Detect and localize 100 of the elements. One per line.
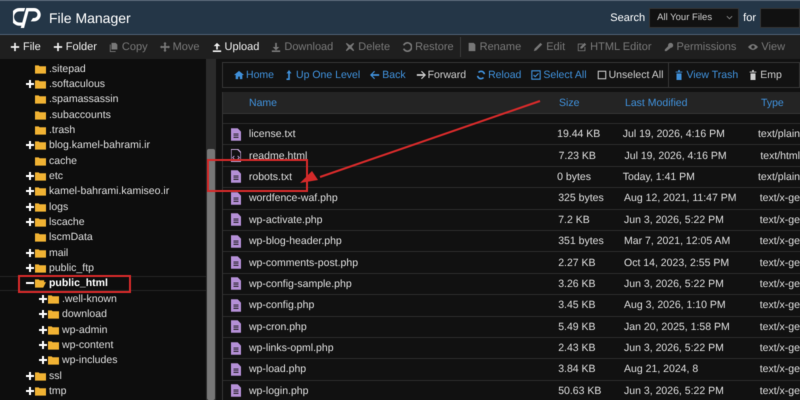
tree-item[interactable]: wp-admin xyxy=(0,322,206,338)
tree-item[interactable]: cache xyxy=(0,153,206,168)
navigation-button[interactable]: Up One Level xyxy=(279,69,366,81)
tree-item[interactable]: .trash xyxy=(0,122,206,138)
file-name[interactable]: readme.html xyxy=(248,150,559,162)
x-icon xyxy=(345,42,356,52)
file-name[interactable]: wp-load.php xyxy=(248,363,558,376)
navigation-button[interactable]: Select All xyxy=(526,69,592,81)
tree-item[interactable]: etc xyxy=(0,168,206,184)
column-header[interactable]: Last Modified xyxy=(625,96,761,108)
toolbar-button[interactable]: Upload xyxy=(206,41,266,53)
search-scope-dropdown[interactable]: All Your Files xyxy=(649,8,740,28)
folder-icon xyxy=(35,110,46,120)
check-icon xyxy=(531,70,542,80)
tree-item[interactable]: wp-includes xyxy=(0,352,206,368)
tree-item[interactable]: lscmData xyxy=(0,230,206,246)
file-name[interactable]: wp-links-opml.php xyxy=(248,342,558,354)
column-header[interactable]: Size xyxy=(559,96,625,108)
navigation-button[interactable]: View Trash xyxy=(669,69,744,81)
toolbar-button[interactable]: File xyxy=(4,41,47,53)
navigation-button[interactable]: Unselect All xyxy=(592,69,668,81)
folder-icon xyxy=(35,232,46,242)
file-name[interactable]: wp-cron.php xyxy=(248,320,558,333)
box-icon xyxy=(596,70,607,80)
plus-icon[interactable] xyxy=(39,340,47,349)
folder-icon xyxy=(35,186,46,196)
navigation-button[interactable]: Emp xyxy=(743,69,787,81)
document-icon xyxy=(230,342,241,355)
plus-icon[interactable] xyxy=(26,372,34,380)
file-name[interactable]: license.txt xyxy=(248,128,558,140)
tree-item[interactable]: wp-content xyxy=(0,337,206,353)
search-field[interactable] xyxy=(760,8,800,28)
table-cell-text: 7.23 KB xyxy=(558,150,597,162)
file-name[interactable]: wp-config-sample.php xyxy=(248,278,558,290)
file-name[interactable]: wp-login.php xyxy=(248,384,558,397)
file-name[interactable]: wp-config.php xyxy=(248,299,558,312)
move-icon xyxy=(160,42,170,52)
tree-item[interactable]: .sitepad xyxy=(0,61,206,76)
document-icon xyxy=(230,234,241,248)
table-cell-text: Aug 12, 2021, 11:47 PM xyxy=(624,192,738,204)
folder-icon xyxy=(48,340,59,350)
up-icon xyxy=(284,70,294,80)
navigation-button[interactable]: Forward xyxy=(410,69,472,81)
plus-icon[interactable] xyxy=(26,80,34,88)
tree-item[interactable]: mail xyxy=(0,245,206,260)
column-header[interactable]: Name xyxy=(249,96,559,108)
plus-icon[interactable] xyxy=(26,218,34,226)
tree-item[interactable]: .softaculous xyxy=(0,76,206,92)
tree-item[interactable]: tmp xyxy=(0,383,206,399)
plus-icon[interactable] xyxy=(26,172,34,180)
file-name[interactable]: wp-comments-post.php xyxy=(248,256,558,269)
navigation-button[interactable]: Back xyxy=(365,69,411,81)
tree-item[interactable]: download xyxy=(0,306,206,322)
tree-item[interactable]: ssl xyxy=(0,368,206,384)
table-cell-text: Jun 3, 2026, 5:22 PM xyxy=(624,342,725,354)
plus-icon[interactable] xyxy=(39,356,47,364)
plus-icon[interactable] xyxy=(26,187,34,196)
tree-item[interactable]: logs xyxy=(0,199,206,214)
table-cell: text/x-ge xyxy=(760,235,800,248)
code-file-icon xyxy=(230,149,241,162)
table-cell: text/html xyxy=(760,150,800,162)
plus-icon[interactable] xyxy=(26,248,34,257)
navigation-button[interactable]: Home xyxy=(229,69,280,81)
file-name[interactable]: robots.txt xyxy=(248,170,558,183)
table-cell-text: 2.27 KB xyxy=(558,256,597,269)
plus-icon[interactable] xyxy=(26,202,34,211)
plus-icon[interactable] xyxy=(39,326,47,334)
toolbar-button[interactable]: Folder xyxy=(46,41,103,53)
file-name[interactable]: wp-activate.php xyxy=(248,214,558,226)
file-name[interactable]: wp-blog-header.php xyxy=(248,235,558,248)
folder-icon xyxy=(48,324,59,335)
table-cell-text: Jan 20, 2025, 1:58 PM xyxy=(624,320,731,333)
plus-icon[interactable] xyxy=(39,310,47,318)
file-name[interactable]: wordfence-waf.php xyxy=(248,192,558,204)
tree-item[interactable]: .subaccounts xyxy=(0,107,206,122)
table-cell-text: Aug 21, 2024, 8 xyxy=(624,363,700,376)
folder-icon xyxy=(48,355,59,366)
plus-icon[interactable] xyxy=(26,386,34,395)
tree-item[interactable]: lscache xyxy=(0,214,206,230)
folder-icon xyxy=(48,309,59,320)
table-cell-text: 7.2 KB xyxy=(558,214,591,226)
tree-item[interactable]: public_html xyxy=(0,276,206,292)
tree-item[interactable]: public_ftp xyxy=(0,260,206,276)
folder-icon xyxy=(35,79,46,90)
table-cell-text: Oct 14, 2023, 2:55 PM xyxy=(624,256,730,269)
table-cell: text/plain xyxy=(758,170,800,183)
navigation-button[interactable]: Reload xyxy=(471,69,526,81)
tree-item[interactable]: blog.kamel-bahrami.ir xyxy=(0,138,206,154)
table-cell-text: 351 bytes xyxy=(558,235,605,248)
folder-icon xyxy=(35,171,46,182)
table-cell: text/x-ge xyxy=(760,299,800,312)
scrollbar[interactable] xyxy=(206,59,216,400)
app-title: File Manager xyxy=(49,10,131,26)
tree-item[interactable]: .spamassassin xyxy=(0,92,206,108)
tree-item[interactable]: .well-known xyxy=(0,291,206,306)
plus-icon[interactable] xyxy=(39,294,47,303)
plus-icon[interactable] xyxy=(26,141,34,150)
column-header[interactable]: Type xyxy=(761,96,784,108)
tree-item[interactable]: kamel-bahrami.kamiseo.ir xyxy=(0,184,206,200)
plus-icon[interactable] xyxy=(26,264,34,272)
